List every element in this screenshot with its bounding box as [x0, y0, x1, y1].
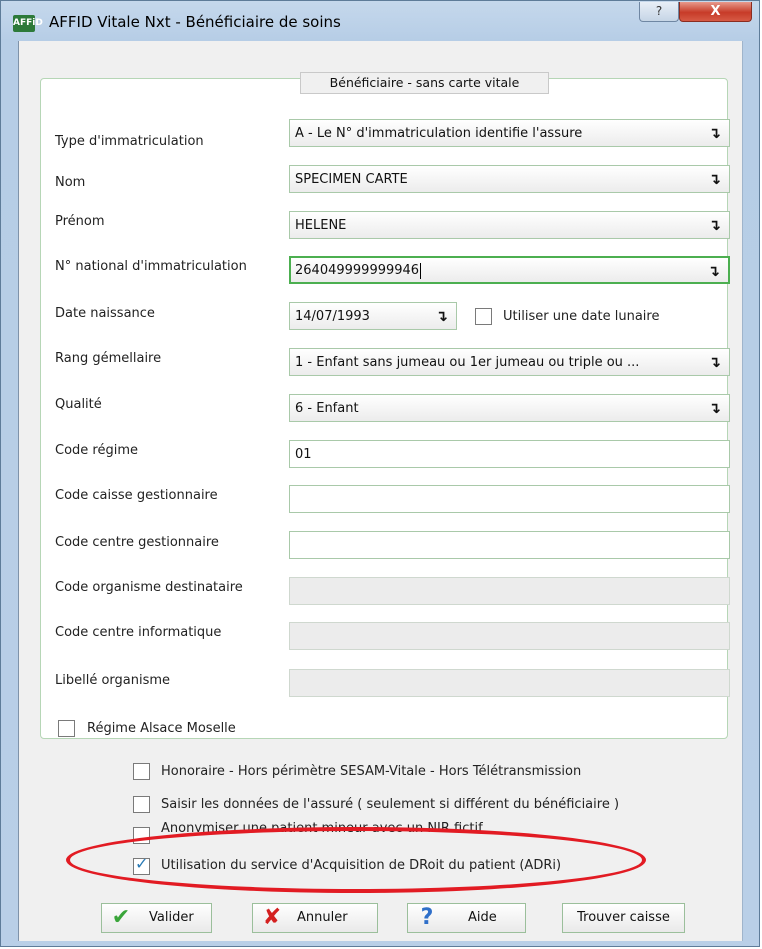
trouver-caisse-button[interactable]: Trouver caisse — [562, 903, 685, 933]
code-regime-label: Code régime — [55, 443, 138, 458]
window-title: AFFID Vitale Nxt - Bénéficiaire de soins — [49, 13, 341, 31]
adri-label: Utilisation du service d'Acquisition de … — [161, 858, 562, 873]
nom-label: Nom — [55, 175, 86, 190]
code-caisse-input[interactable] — [289, 485, 730, 513]
trouver-caisse-label: Trouver caisse — [577, 910, 670, 925]
nom-field[interactable]: SPECIMEN CARTE ↴ — [289, 165, 730, 193]
type-immatriculation-select[interactable]: A - Le N° d'immatriculation identifie l'… — [289, 119, 730, 147]
prenom-field[interactable]: HELENE ↴ — [289, 211, 730, 239]
dropdown-arrow-icon[interactable]: ↴ — [708, 399, 721, 417]
code-regime-value: 01 — [295, 447, 312, 462]
libelle-organisme-input — [289, 669, 730, 697]
cross-icon: ✘ — [262, 905, 282, 930]
date-naissance-field[interactable]: 14/07/1993 ↴ — [289, 302, 457, 330]
dropdown-arrow-icon[interactable]: ↴ — [707, 262, 720, 280]
dropdown-arrow-icon[interactable]: ↴ — [708, 353, 721, 371]
type-immatriculation-label: Type d'immatriculation — [55, 134, 204, 149]
dialog-body: Bénéficiaire - sans carte vitale Type d'… — [18, 41, 743, 941]
dropdown-arrow-icon[interactable]: ↴ — [435, 307, 448, 325]
qualite-select[interactable]: 6 - Enfant ↴ — [289, 394, 730, 422]
qualite-value: 6 - Enfant — [295, 401, 359, 416]
code-centre-info-input — [289, 622, 730, 650]
title-bar[interactable]: AFFiD AFFID Vitale Nxt - Bénéficiaire de… — [1, 1, 761, 41]
help-window-button[interactable]: ? — [639, 2, 679, 22]
group-title: Bénéficiaire - sans carte vitale — [300, 72, 549, 94]
libelle-organisme-label: Libellé organisme — [55, 673, 171, 688]
prenom-value: HELENE — [295, 218, 347, 233]
prenom-label: Prénom — [55, 214, 105, 229]
code-regime-input[interactable]: 01 — [289, 440, 730, 468]
date-lunaire-label: Utiliser une date lunaire — [503, 309, 660, 324]
valider-button[interactable]: ✔ Valider — [101, 903, 212, 933]
help-icon: ? — [420, 905, 434, 930]
dropdown-arrow-icon[interactable]: ↴ — [708, 216, 721, 234]
code-centre-input[interactable] — [289, 531, 730, 559]
annuler-label: Annuler — [297, 910, 348, 925]
regime-alsace-label: Régime Alsace Moselle — [87, 721, 236, 736]
anonymiser-checkbox[interactable] — [133, 827, 150, 844]
regime-alsace-checkbox[interactable] — [58, 720, 75, 737]
close-window-button[interactable]: X — [679, 2, 752, 22]
nir-field[interactable]: 264049999999946 ↴ — [289, 256, 730, 284]
adri-checkbox[interactable]: ✓ — [133, 854, 150, 875]
code-caisse-label: Code caisse gestionnaire — [55, 488, 218, 503]
app-logo-icon: AFFiD — [13, 15, 43, 32]
rang-gemellaire-value: 1 - Enfant sans jumeau ou 1er jumeau ou … — [295, 355, 640, 370]
anonymiser-label: Anonymiser une patient mineur avec un NI… — [161, 821, 483, 832]
honoraire-checkbox[interactable] — [133, 763, 150, 780]
saisir-assure-label: Saisir les données de l'assuré ( seuleme… — [161, 797, 620, 812]
annuler-button[interactable]: ✘ Annuler — [252, 903, 378, 933]
dropdown-arrow-icon[interactable]: ↴ — [708, 170, 721, 188]
check-icon: ✔ — [111, 905, 131, 930]
code-centre-info-label: Code centre informatique — [55, 625, 222, 640]
date-naissance-label: Date naissance — [55, 306, 155, 321]
check-icon: ✓ — [135, 854, 149, 873]
dialog-window: AFFiD AFFID Vitale Nxt - Bénéficiaire de… — [0, 0, 760, 947]
nir-label: N° national d'immatriculation — [55, 259, 247, 274]
beneficiary-group: Bénéficiaire - sans carte vitale Type d'… — [40, 72, 730, 739]
valider-label: Valider — [149, 910, 194, 925]
qualite-label: Qualité — [55, 397, 102, 412]
code-centre-label: Code centre gestionnaire — [55, 535, 219, 550]
rang-gemellaire-label: Rang gémellaire — [55, 351, 162, 366]
saisir-assure-checkbox[interactable] — [133, 796, 150, 813]
honoraire-label: Honoraire - Hors périmètre SESAM-Vitale … — [161, 764, 582, 779]
dropdown-arrow-icon[interactable]: ↴ — [708, 124, 721, 142]
date-lunaire-checkbox[interactable] — [475, 308, 492, 325]
aide-button[interactable]: ? Aide — [407, 903, 526, 933]
nir-value: 264049999999946 — [295, 263, 422, 279]
code-organisme-input — [289, 577, 730, 605]
type-immatriculation-value: A - Le N° d'immatriculation identifie l'… — [295, 126, 583, 141]
date-naissance-value: 14/07/1993 — [295, 309, 370, 324]
nom-value: SPECIMEN CARTE — [295, 172, 408, 187]
code-organisme-label: Code organisme destinataire — [55, 580, 243, 595]
aide-label: Aide — [468, 910, 497, 925]
rang-gemellaire-select[interactable]: 1 - Enfant sans jumeau ou 1er jumeau ou … — [289, 348, 730, 376]
